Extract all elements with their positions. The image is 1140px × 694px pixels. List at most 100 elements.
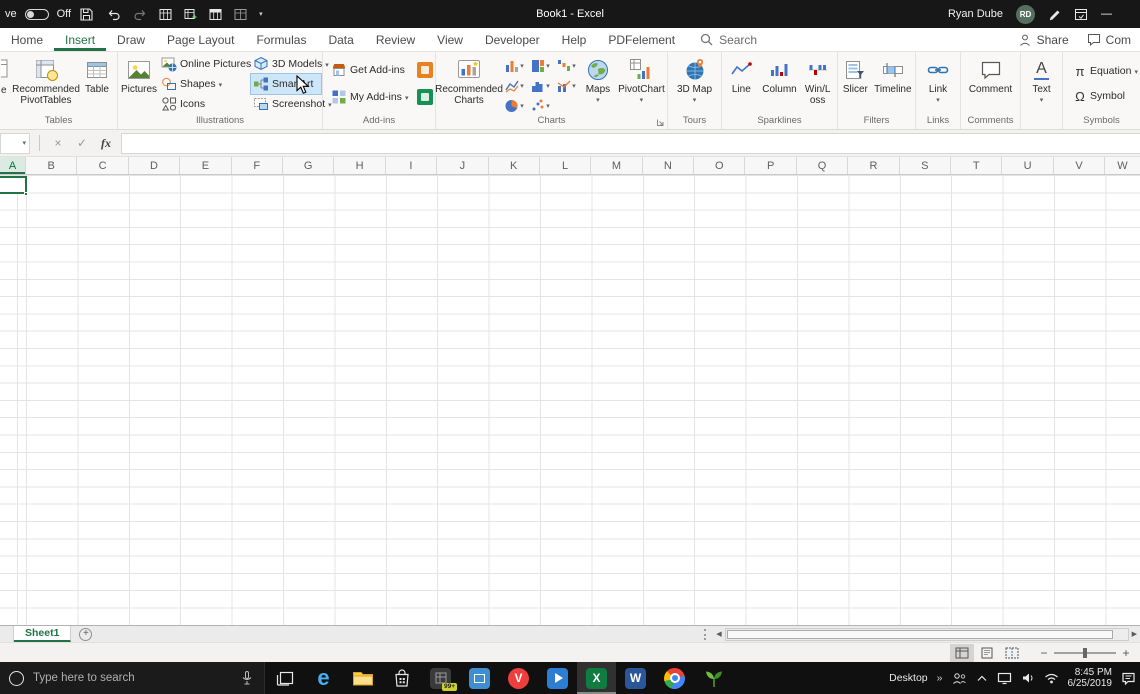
zoom-slider-knob[interactable] [1083, 647, 1087, 658]
insert-column-chart-button[interactable]: ▾ [501, 55, 527, 75]
microsoft-store-icon[interactable] [382, 662, 421, 694]
online-pictures-button[interactable]: Online Pictures [159, 54, 251, 74]
pivotchart-button[interactable]: PivotChart ▾ [617, 53, 666, 113]
microphone-icon[interactable] [239, 670, 255, 686]
tab-data[interactable]: Data [317, 28, 364, 51]
people-icon[interactable] [952, 672, 967, 685]
column-header-H[interactable]: H [334, 157, 386, 174]
screenshot-button[interactable]: Screenshot ▾ [251, 94, 332, 114]
tab-formulas[interactable]: Formulas [245, 28, 317, 51]
column-header-F[interactable]: F [232, 157, 283, 174]
recommended-pivottables-button[interactable]: Recommended PivotTables [12, 53, 80, 113]
pictures-button[interactable]: Pictures [119, 53, 159, 113]
insert-waterfall-chart-button[interactable]: ▾ [553, 55, 579, 75]
sheet-tab-sheet1[interactable]: Sheet1 [14, 626, 72, 642]
word-taskbar-icon[interactable]: W [616, 662, 655, 694]
column-header-M[interactable]: M [591, 157, 643, 174]
vivaldi-icon[interactable]: V [499, 662, 538, 694]
column-header-O[interactable]: O [694, 157, 746, 174]
insert-pie-chart-button[interactable]: ▾ [501, 95, 527, 115]
insert-combo-chart-button[interactable]: ▾ [553, 75, 579, 95]
normal-view-button[interactable] [950, 643, 974, 662]
icons-button[interactable]: Icons [159, 94, 251, 114]
tab-developer[interactable]: Developer [474, 28, 551, 51]
equation-button[interactable]: π Equation ▾ [1071, 61, 1140, 81]
column-header-G[interactable]: G [283, 157, 335, 174]
column-header-L[interactable]: L [540, 157, 592, 174]
column-header-R[interactable]: R [848, 157, 900, 174]
insert-line-chart-button[interactable]: ▾ [501, 75, 527, 95]
horizontal-scrollbar-thumb[interactable] [726, 629, 1113, 639]
column-header-V[interactable]: V [1054, 157, 1106, 174]
tab-home[interactable]: Home [0, 28, 54, 51]
network-wifi-icon[interactable] [1044, 673, 1059, 684]
column-header-E[interactable]: E [180, 157, 232, 174]
user-avatar[interactable]: RD [1016, 4, 1035, 24]
tab-draw[interactable]: Draw [106, 28, 156, 51]
taskbar-search[interactable]: Type here to search [0, 662, 265, 694]
tab-view[interactable]: View [426, 28, 474, 51]
search-box[interactable]: Search [688, 28, 769, 51]
insert-function-button[interactable]: fx [97, 136, 115, 151]
app-icon-badged[interactable]: 99+ [421, 662, 460, 694]
3d-map-button[interactable]: 3D Map ▾ [671, 53, 719, 113]
edge-icon[interactable]: e [304, 662, 343, 694]
save-icon[interactable] [79, 7, 93, 21]
name-box-caret-icon[interactable]: ▾ [22, 139, 26, 147]
column-header-C[interactable]: C [77, 157, 129, 174]
maps-button[interactable]: Maps ▾ [579, 53, 617, 113]
app-icon-window[interactable] [460, 662, 499, 694]
link-button[interactable]: Link ▾ [917, 53, 959, 113]
tab-pdfelement[interactable]: PDFelement [597, 28, 686, 51]
column-header-D[interactable]: D [129, 157, 181, 174]
undo-icon[interactable] [107, 8, 121, 21]
column-header-W[interactable]: W [1105, 157, 1140, 174]
column-header-A[interactable]: A [0, 157, 26, 174]
autosave-toggle[interactable] [24, 8, 49, 20]
user-name[interactable]: Ryan Dube [948, 8, 1003, 20]
column-header-B[interactable]: B [26, 157, 78, 174]
action-center-icon[interactable] [1121, 671, 1136, 685]
active-cell[interactable] [0, 176, 27, 194]
fill-handle[interactable] [24, 192, 28, 196]
column-header-I[interactable]: I [386, 157, 438, 174]
qat-table-icon-4[interactable] [234, 8, 247, 21]
comment-button[interactable]: Comment [963, 53, 1019, 113]
3d-models-button[interactable]: 3D Models ▾ [251, 54, 329, 74]
column-header-U[interactable]: U [1002, 157, 1054, 174]
sparkline-line-button[interactable]: Line [723, 53, 760, 113]
page-break-view-button[interactable] [1000, 644, 1024, 662]
excel-taskbar-icon[interactable]: X [577, 662, 616, 694]
page-layout-view-button[interactable] [975, 644, 999, 662]
ink-pen-icon[interactable] [1048, 7, 1061, 21]
horizontal-scrollbar[interactable] [724, 627, 1129, 641]
smartart-button[interactable]: SmartArt [250, 73, 322, 95]
app-icon-sprout[interactable] [694, 662, 733, 694]
get-addins-button[interactable]: Get Add-ins [329, 60, 407, 80]
recommended-charts-button[interactable]: Recommended Charts [435, 53, 503, 113]
tab-help[interactable]: Help [551, 28, 598, 51]
column-header-Q[interactable]: Q [797, 157, 849, 174]
display-icon[interactable] [997, 672, 1012, 685]
timeline-button[interactable]: Timeline [872, 53, 914, 113]
table-button[interactable]: Table [78, 53, 116, 113]
qat-table-icon-2[interactable] [184, 8, 197, 21]
addin-shortcut-green-icon[interactable] [417, 89, 433, 105]
qat-table-icon-3[interactable] [209, 8, 222, 21]
hidden-icons-chevron[interactable] [976, 674, 988, 682]
formula-input[interactable] [121, 132, 1140, 154]
taskbar-clock[interactable]: 8:45 PM 6/25/2019 [1068, 667, 1113, 689]
zoom-slider[interactable] [1054, 647, 1116, 658]
comments-button[interactable]: Com [1078, 28, 1140, 51]
tab-page-layout[interactable]: Page Layout [156, 28, 245, 51]
column-header-J[interactable]: J [437, 157, 489, 174]
qat-table-icon-1[interactable] [159, 8, 172, 21]
desktop-toolbar[interactable]: Desktop [889, 672, 928, 684]
column-header-N[interactable]: N [643, 157, 695, 174]
tab-review[interactable]: Review [365, 28, 426, 51]
charts-dialog-launcher[interactable] [656, 118, 665, 127]
tab-insert[interactable]: Insert [54, 28, 106, 51]
ribbon-display-options-icon[interactable] [1074, 8, 1088, 21]
volume-icon[interactable] [1021, 672, 1035, 684]
qat-customize-caret-icon[interactable]: ▾ [259, 10, 263, 18]
